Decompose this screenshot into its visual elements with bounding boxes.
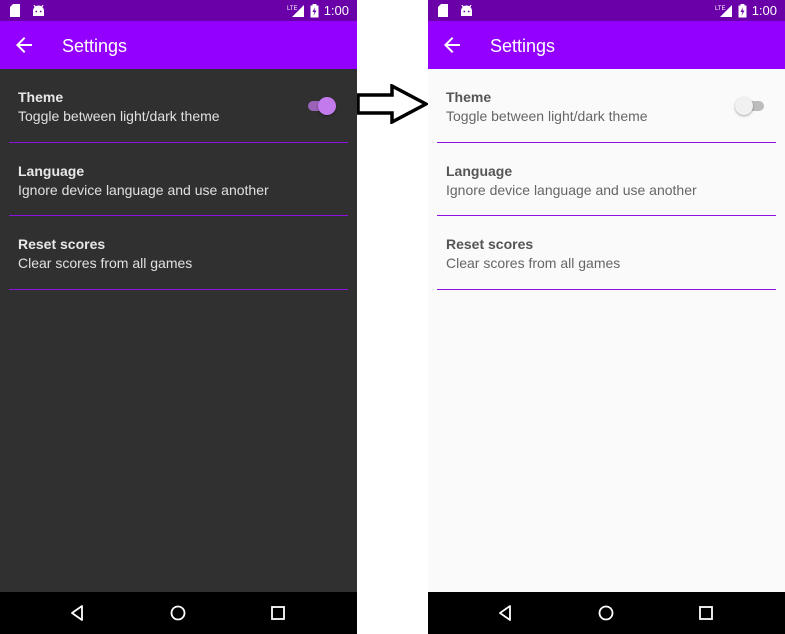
- app-bar: Settings: [428, 21, 785, 69]
- system-nav-bar: [428, 592, 785, 634]
- right-arrow-icon: [357, 84, 428, 124]
- sd-card-icon: [438, 4, 448, 17]
- setting-reset-scores[interactable]: Reset scores Clear scores from all games: [437, 216, 776, 290]
- setting-subtitle: Toggle between light/dark theme: [18, 108, 220, 124]
- phone-screen-dark: LTE 1:00 Settings Theme Toggle between l…: [0, 0, 357, 634]
- theme-toggle-switch[interactable]: [735, 97, 764, 115]
- android-icon: [461, 4, 472, 16]
- setting-title: Theme: [18, 89, 64, 105]
- setting-title: Reset scores: [446, 236, 534, 252]
- setting-title: Language: [446, 162, 513, 179]
- setting-title: Theme: [446, 89, 492, 105]
- system-nav-bar: [0, 592, 357, 634]
- setting-subtitle: Clear scores from all games: [18, 255, 193, 271]
- battery-charging-icon: [738, 3, 747, 17]
- page-title: Settings: [62, 36, 128, 56]
- setting-title: Reset scores: [18, 236, 106, 252]
- svg-text:LTE: LTE: [287, 6, 298, 12]
- back-arrow-icon[interactable]: [440, 33, 464, 57]
- theme-toggle-switch[interactable]: [308, 97, 336, 115]
- recents-square-icon[interactable]: [268, 603, 288, 623]
- switch-thumb: [735, 97, 753, 115]
- back-triangle-icon[interactable]: [68, 603, 88, 623]
- home-circle-icon[interactable]: [168, 603, 188, 623]
- lte-signal-icon: LTE: [715, 4, 732, 17]
- status-bar: LTE 1:00: [428, 0, 785, 21]
- app-bar: Settings: [0, 21, 357, 69]
- settings-list: Theme Toggle between light/dark theme La…: [9, 69, 348, 290]
- setting-subtitle: Ignore device language and use another: [18, 181, 269, 198]
- back-arrow-icon[interactable]: [12, 33, 36, 57]
- status-bar: LTE 1:00: [0, 0, 357, 21]
- lte-signal-icon: LTE: [287, 4, 304, 17]
- home-circle-icon[interactable]: [596, 603, 616, 623]
- back-triangle-icon[interactable]: [496, 603, 516, 623]
- phone-screen-light: LTE 1:00 Settings Theme Toggle between l…: [428, 0, 785, 634]
- recents-square-icon[interactable]: [696, 603, 716, 623]
- setting-language[interactable]: Language Ignore device language and use …: [437, 143, 776, 216]
- status-time: 1:00: [751, 3, 777, 18]
- battery-charging-icon: [310, 3, 319, 17]
- setting-subtitle: Clear scores from all games: [446, 255, 621, 271]
- setting-reset-scores[interactable]: Reset scores Clear scores from all games: [9, 216, 348, 290]
- switch-thumb: [318, 97, 336, 115]
- svg-text:LTE: LTE: [715, 6, 726, 12]
- setting-language[interactable]: Language Ignore device language and use …: [9, 143, 348, 216]
- setting-subtitle: Toggle between light/dark theme: [446, 108, 648, 124]
- setting-theme[interactable]: Theme Toggle between light/dark theme: [9, 69, 348, 143]
- setting-title: Language: [18, 162, 85, 179]
- android-icon: [33, 4, 44, 16]
- sd-card-icon: [10, 4, 20, 17]
- settings-list: Theme Toggle between light/dark theme La…: [437, 69, 776, 290]
- page-title: Settings: [490, 36, 556, 56]
- setting-subtitle: Ignore device language and use another: [446, 181, 697, 198]
- setting-theme[interactable]: Theme Toggle between light/dark theme: [437, 69, 776, 143]
- status-time: 1:00: [323, 3, 349, 18]
